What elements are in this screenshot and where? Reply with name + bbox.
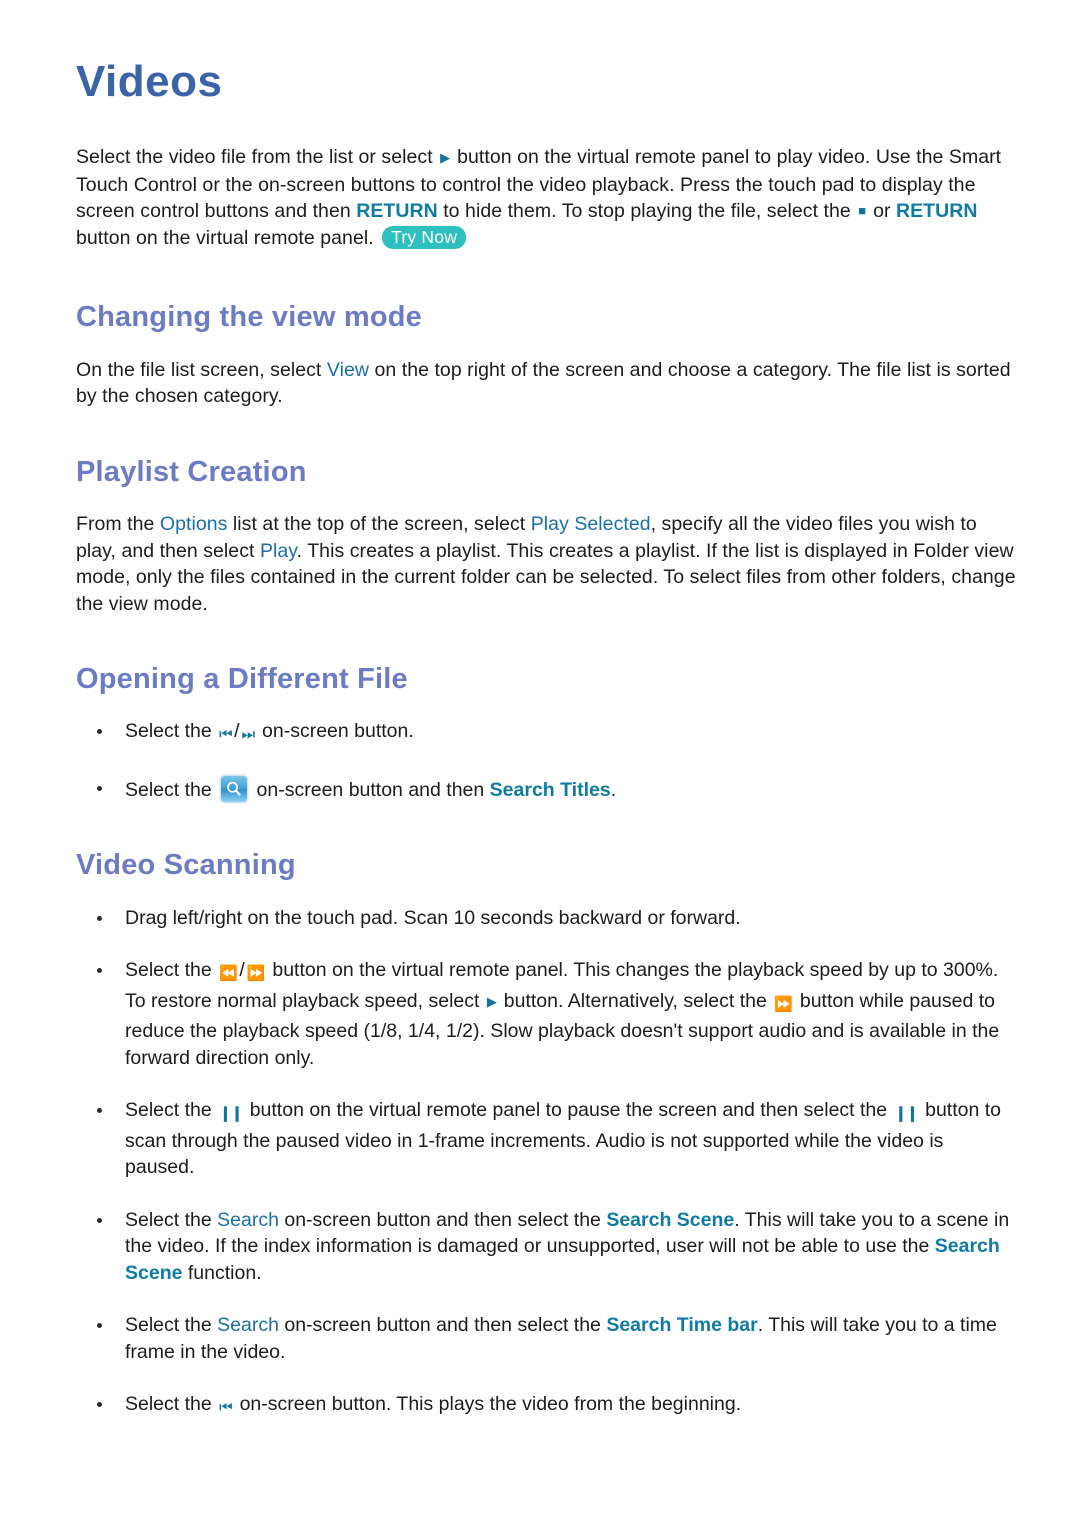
text-part2: on-screen button and then select the — [278, 1208, 607, 1231]
list-item: Select the on-screen button and then Sea… — [76, 774, 1018, 804]
intro-text-part4: or — [867, 200, 896, 223]
section-heading-playlist-creation: Playlist Creation — [76, 455, 307, 488]
text-part2: list at the top of the screen, select — [227, 513, 531, 536]
section-heading-opening-different-file: Opening a Different File — [76, 663, 408, 696]
list-item: Select the ⏮ / ⏭ on-screen button. — [76, 718, 1018, 749]
play-keyword: Play — [259, 539, 297, 562]
skip-backward-icon: ⏮ — [219, 726, 233, 744]
options-keyword: Options — [159, 513, 228, 536]
play-selected-keyword: Play Selected — [530, 513, 651, 536]
search-magnifier-button-icon[interactable] — [220, 774, 249, 803]
text-part3: . — [610, 778, 617, 801]
return-keyword-1: RETURN — [356, 200, 438, 223]
text-part2: on-screen button and then select the — [278, 1314, 607, 1337]
document-page: Videos Select the video file from the li… — [0, 0, 1080, 1527]
play-icon: ▶ — [440, 150, 450, 166]
search-keyword: Search — [217, 1314, 279, 1337]
section-changing-view-mode: Changing the view mode On the file list … — [76, 301, 1018, 409]
search-titles-keyword: Search Titles — [489, 778, 611, 801]
playlist-creation-paragraph: From the Options list at the top of the … — [76, 511, 1018, 617]
text-part1: Select the — [125, 1393, 218, 1416]
fast-forward-icon: ⏩ — [246, 965, 266, 983]
text-part2: button on the virtual remote panel to pa… — [244, 1099, 893, 1122]
opening-different-file-list: Select the ⏮ / ⏭ on-screen button. Select … — [76, 718, 1018, 803]
view-keyword: View — [326, 358, 369, 381]
section-heading-changing-view-mode: Changing the view mode — [76, 301, 422, 334]
text-part3: button. Alternatively, select the — [498, 989, 773, 1012]
text-part1: Select the — [125, 1314, 218, 1337]
text-part1: Select the — [125, 720, 218, 743]
text-part1: Select the — [125, 959, 218, 982]
intro-paragraph: Select the video file from the list or s… — [76, 144, 1018, 251]
intro-text-part3: to hide them. To stop playing the file, … — [437, 200, 857, 223]
text-part2: on-screen button and then — [251, 778, 490, 801]
return-keyword-2: RETURN — [895, 200, 978, 223]
section-heading-video-scanning: Video Scanning — [76, 849, 296, 882]
section-playlist-creation: Playlist Creation From the Options list … — [76, 456, 1018, 617]
intro-text-part1: Select the video file from the list or s… — [76, 146, 439, 169]
text-part1: Select the — [125, 778, 218, 801]
rewind-icon: ⏪ — [219, 965, 238, 983]
search-time-bar-keyword: Search Time bar — [606, 1314, 758, 1337]
changing-view-mode-paragraph: On the file list screen, select View on … — [76, 357, 1018, 410]
text-part1: Select the — [125, 1099, 218, 1122]
list-item: Select the ❙❙ button on the virtual remo… — [76, 1097, 1018, 1181]
list-item: Select the ⏮ on-screen button. This play… — [76, 1391, 1018, 1422]
play-icon: ▶ — [486, 993, 497, 1009]
try-now-badge[interactable]: Try Now — [382, 225, 467, 249]
section-opening-different-file: Opening a Different File Select the ⏮ / ⏭ … — [76, 663, 1018, 803]
text-part4: function. — [182, 1261, 262, 1284]
search-scene-keyword: Search Scene — [606, 1208, 735, 1231]
text-part1: Drag left/right on the touch pad. Scan 1… — [125, 906, 741, 929]
skip-forward-icon: ⏭ — [241, 726, 256, 744]
list-item: Select the Search on-screen button and t… — [76, 1312, 1018, 1365]
skip-backward-icon: ⏮ — [219, 1399, 233, 1417]
fast-forward-icon: ⏩ — [774, 995, 793, 1013]
page-title: Videos — [76, 57, 223, 106]
text-part1: From the — [76, 513, 160, 536]
text-part1: On the file list screen, select — [76, 358, 327, 381]
search-keyword: Search — [217, 1208, 279, 1231]
text-part1: Select the — [125, 1208, 218, 1231]
intro-text-part5: button on the virtual remote panel. — [76, 226, 380, 249]
pause-icon: ❙❙ — [219, 1105, 243, 1123]
stop-icon: ■ — [858, 203, 866, 219]
section-video-scanning: Video Scanning Drag left/right on the to… — [76, 849, 1018, 1421]
text-part2: on-screen button. This plays the video f… — [234, 1393, 742, 1416]
list-item: Drag left/right on the touch pad. Scan 1… — [76, 905, 1018, 932]
list-item: Select the Search on-screen button and t… — [76, 1207, 1018, 1287]
list-item: Select the ⏪ / ⏩ button on the virtual rem… — [76, 957, 1018, 1071]
text-part2: on-screen button. — [256, 720, 414, 743]
video-scanning-list: Drag left/right on the touch pad. Scan 1… — [76, 905, 1018, 1422]
pause-icon: ❙❙ — [894, 1105, 919, 1123]
